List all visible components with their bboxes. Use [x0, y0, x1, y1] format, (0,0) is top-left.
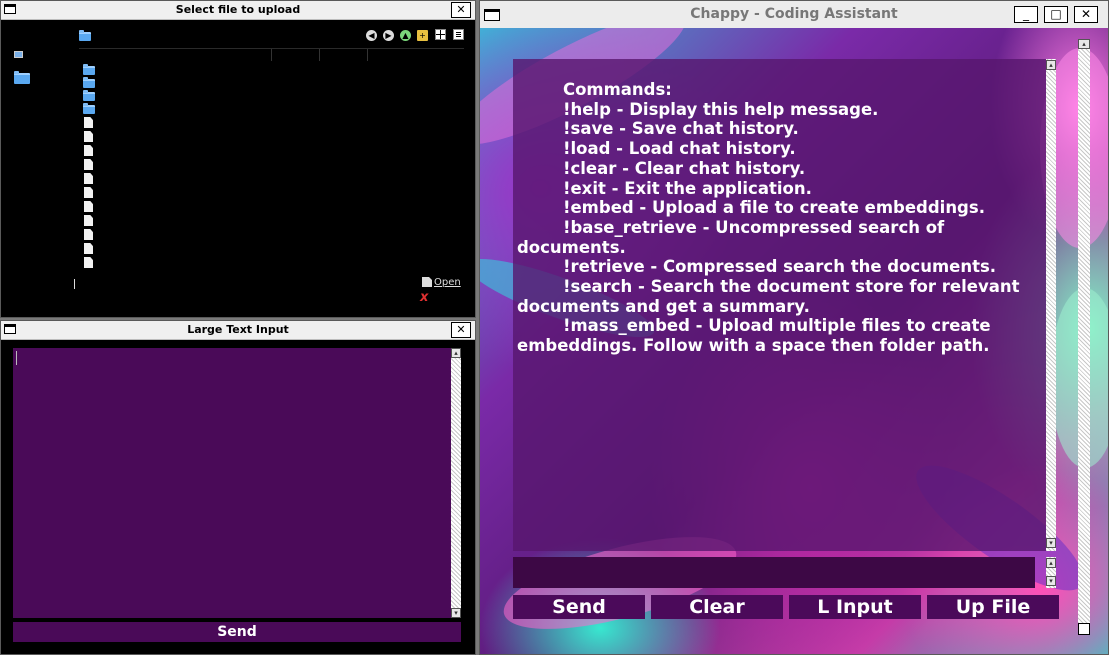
large-input-body: ▴ ▾ Send [1, 340, 475, 654]
filename-input[interactable] [74, 279, 75, 289]
large-text-area[interactable] [13, 348, 451, 618]
folder-icon[interactable] [83, 103, 95, 114]
chappy-window: Chappy - Coding Assistant _ □ ✕ Commands… [479, 0, 1109, 655]
home-folder-icon[interactable] [14, 71, 30, 84]
send-button[interactable]: Send [513, 595, 645, 619]
scroll-up-icon[interactable]: ▴ [1046, 60, 1056, 70]
list-view-icon[interactable] [453, 29, 464, 40]
new-folder-icon[interactable]: + [417, 30, 428, 41]
cancel-button[interactable]: x [420, 291, 428, 305]
file-icon[interactable] [84, 117, 93, 128]
resize-grip-icon[interactable] [1078, 623, 1090, 635]
large-input-title: Large Text Input [187, 323, 289, 336]
scroll-down-icon[interactable]: ▾ [1046, 538, 1056, 548]
maximize-button[interactable]: □ [1044, 6, 1068, 23]
scroll-down-icon[interactable]: ▾ [451, 608, 461, 618]
file-icon[interactable] [84, 187, 93, 198]
file-dialog-title: Select file to upload [175, 3, 301, 16]
column-divider[interactable] [271, 49, 272, 61]
computer-icon[interactable] [14, 51, 23, 58]
file-browser: ◀ ▶ ▲ + Open x [1, 20, 475, 317]
folder-icon[interactable] [83, 77, 95, 88]
file-dialog-titlebar[interactable]: Select file to upload ✕ [1, 1, 475, 20]
column-divider[interactable] [319, 49, 320, 61]
file-icon[interactable] [84, 201, 93, 212]
chappy-titlebar[interactable]: Chappy - Coding Assistant _ □ ✕ [480, 1, 1108, 29]
file-icon[interactable] [84, 257, 93, 268]
file-dialog-close-button[interactable]: ✕ [451, 2, 471, 18]
large-input-send-button[interactable]: Send [13, 622, 461, 642]
large-input-titlebar[interactable]: Large Text Input ✕ [1, 321, 475, 340]
forward-icon[interactable]: ▶ [383, 30, 394, 41]
clear-button[interactable]: Clear [651, 595, 783, 619]
current-folder-icon [79, 30, 91, 41]
file-icon[interactable] [84, 131, 93, 142]
text-caret [16, 351, 17, 365]
column-divider[interactable] [367, 49, 368, 61]
window-scrollbar[interactable] [1078, 39, 1090, 623]
file-icon[interactable] [84, 145, 93, 156]
open-button[interactable]: Open [422, 276, 461, 290]
open-button-label: Open [434, 277, 461, 288]
folder-icon[interactable] [83, 90, 95, 101]
up-icon[interactable]: ▲ [400, 30, 411, 41]
file-icon[interactable] [84, 243, 93, 254]
scroll-down-icon[interactable]: ▾ [1046, 576, 1056, 586]
icon-view-icon[interactable] [435, 29, 446, 40]
scroll-up-icon[interactable]: ▴ [1046, 558, 1056, 568]
large-input-close-button[interactable]: ✕ [451, 322, 471, 338]
open-file-icon [422, 277, 432, 287]
file-upload-dialog: Select file to upload ✕ ◀ ▶ ▲ + Open x [0, 0, 476, 318]
message-input[interactable] [513, 557, 1035, 588]
close-button[interactable]: ✕ [1074, 6, 1098, 23]
file-icon[interactable] [84, 229, 93, 240]
upload-file-button[interactable]: Up File [927, 595, 1059, 619]
file-icon[interactable] [84, 173, 93, 184]
large-text-input-window: Large Text Input ✕ ▴ ▾ Send [0, 320, 476, 655]
file-icon[interactable] [84, 215, 93, 226]
chat-log-text: Commands: !help - Display this help mess… [517, 80, 1020, 356]
back-icon[interactable]: ◀ [366, 30, 377, 41]
scroll-up-icon[interactable]: ▴ [451, 348, 461, 358]
chat-log-scrollbar[interactable] [1046, 59, 1056, 551]
file-icon[interactable] [84, 159, 93, 170]
large-input-button[interactable]: L Input [789, 595, 921, 619]
folder-icon[interactable] [83, 64, 95, 75]
scroll-up-icon[interactable]: ▴ [1078, 39, 1090, 49]
large-input-scrollbar[interactable] [451, 348, 461, 618]
minimize-button[interactable]: _ [1014, 6, 1038, 23]
